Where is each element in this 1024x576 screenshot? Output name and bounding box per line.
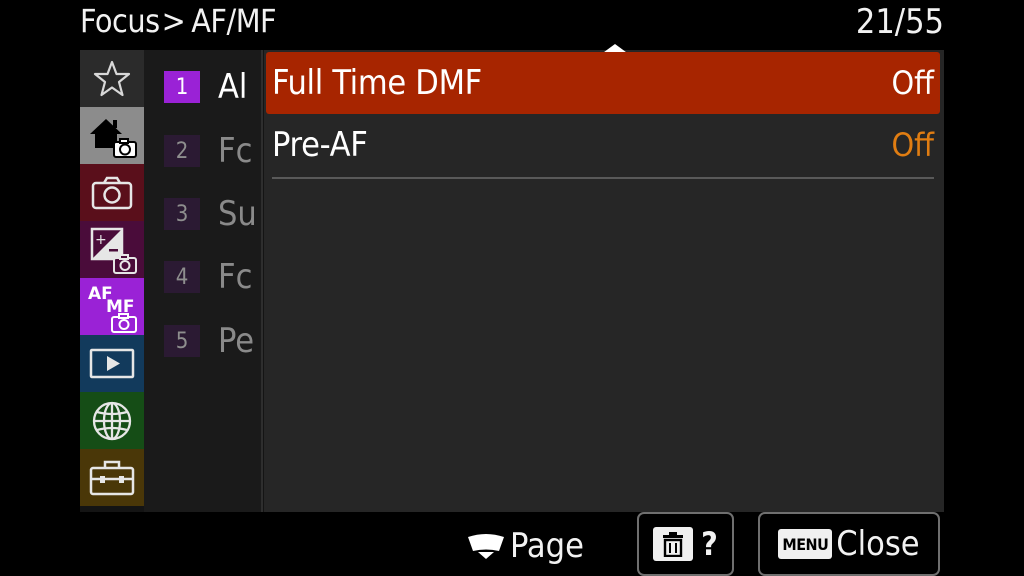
menu-key-icon: MENU — [778, 529, 833, 559]
subcategory-number: 3 — [164, 198, 200, 230]
breadcrumb-parent: Focus — [80, 2, 160, 40]
subcategory-item-5[interactable]: 5 Pe — [164, 319, 254, 363]
globe-icon — [92, 401, 132, 440]
subcategory-label: Al — [218, 67, 248, 107]
tab-playback[interactable] — [80, 335, 144, 392]
row-divider — [272, 177, 934, 179]
category-tabs: + AF MF — [80, 50, 144, 512]
help-label: ? — [701, 525, 718, 563]
subcategory-label: Fc — [218, 257, 253, 297]
footer: Page ? MENU Close — [0, 512, 1024, 576]
setting-value: Off — [891, 126, 934, 164]
setting-label: Pre-AF — [272, 125, 368, 165]
help-button[interactable]: ? — [637, 512, 734, 576]
subcategory-item-2[interactable]: 2 Fc — [164, 129, 252, 173]
af-mf-camera-icon: AF MF — [88, 284, 137, 333]
subcategory-label: Su — [218, 194, 257, 234]
exposure-camera-icon: + — [90, 227, 137, 274]
setting-label: Full Time DMF — [272, 63, 482, 103]
camera-icon — [91, 176, 133, 209]
subcategory-item-3[interactable]: 3 Su — [164, 192, 257, 236]
breadcrumb-separator: > — [161, 2, 186, 40]
column-divider — [261, 50, 263, 512]
page-hint: Page — [466, 526, 584, 566]
breadcrumb: Focus> AF/MF — [80, 2, 277, 40]
tab-favorites[interactable] — [80, 50, 144, 107]
setting-row-pre-af[interactable]: Pre-AF Off — [266, 114, 940, 176]
toolbox-icon — [89, 460, 135, 495]
page-counter: 21/55 — [855, 2, 944, 42]
menu-screen: + AF MF 1 Al 2 Fc 3 Su 4 Fc 5 Pe Full Ti… — [80, 44, 944, 512]
settings-panel: Full Time DMF Off Pre-AF Off — [264, 44, 944, 512]
subcategory-number: 2 — [164, 135, 200, 167]
subcategory-number: 5 — [164, 325, 200, 357]
control-wheel-icon — [468, 534, 504, 559]
star-icon — [93, 60, 131, 96]
tab-shooting[interactable] — [80, 164, 144, 221]
breadcrumb-current: AF/MF — [191, 2, 277, 40]
header: Focus> AF/MF 21/55 — [80, 0, 944, 48]
subcategory-number: 4 — [164, 261, 200, 293]
tab-network[interactable] — [80, 392, 144, 449]
subcategory-item-1[interactable]: 1 Al — [164, 65, 247, 109]
tab-main[interactable] — [80, 107, 144, 164]
playback-icon — [89, 348, 135, 378]
subcategory-item-4[interactable]: 4 Fc — [164, 255, 252, 299]
setting-value: Off — [891, 64, 934, 102]
subcategory-label: Pe — [218, 321, 255, 361]
tab-exposure-color[interactable]: + — [80, 221, 144, 278]
home-camera-icon — [90, 118, 137, 158]
svg-text:+: + — [95, 232, 107, 248]
tab-setup[interactable] — [80, 449, 144, 506]
page-label: Page — [510, 526, 584, 566]
close-button[interactable]: MENU Close — [758, 512, 940, 576]
setting-row-full-time-dmf[interactable]: Full Time DMF Off — [266, 52, 940, 114]
subcategory-label: Fc — [218, 131, 253, 171]
subcategory-list: 1 Al 2 Fc 3 Su 4 Fc 5 Pe — [144, 50, 262, 512]
subcategory-number: 1 — [164, 71, 200, 103]
close-label: Close — [836, 524, 920, 564]
trash-icon — [653, 527, 694, 561]
tab-af-mf[interactable]: AF MF — [80, 278, 144, 335]
